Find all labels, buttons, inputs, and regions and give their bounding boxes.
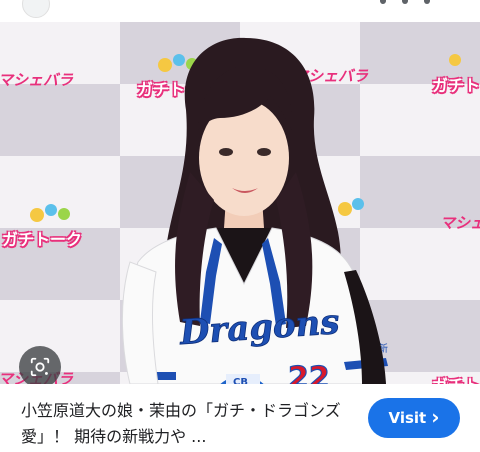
eye	[219, 148, 233, 156]
google-lens-icon	[30, 357, 50, 377]
result-caption: 小笠原道大の娘・茉由の「ガチ・ドラゴンズ愛」！ 期待の新戦力や ... Visi…	[0, 384, 480, 452]
result-title[interactable]: 小笠原道大の娘・茉由の「ガチ・ドラゴンズ愛」！ 期待の新戦力や ...	[21, 398, 361, 450]
google-lens-button[interactable]	[19, 346, 61, 384]
arm	[121, 261, 159, 384]
eye	[257, 148, 271, 156]
top-actions	[380, 0, 440, 8]
jersey-number: 22	[288, 361, 330, 384]
top-strip	[0, 0, 480, 22]
chevron-right-icon: ›	[431, 405, 440, 429]
visit-button[interactable]: Visit ›	[368, 398, 460, 438]
visit-label: Visit	[388, 409, 427, 427]
result-image[interactable]: マシェバラ ガチトーク マシェバラ ガチト ガチトーク マシェ マシェバラ ガチ…	[0, 22, 480, 384]
person-photo: 中新 Dragons 22 CB	[121, 37, 388, 384]
mic-flag-label: CB	[233, 377, 248, 384]
site-favicon-icon	[22, 0, 50, 18]
